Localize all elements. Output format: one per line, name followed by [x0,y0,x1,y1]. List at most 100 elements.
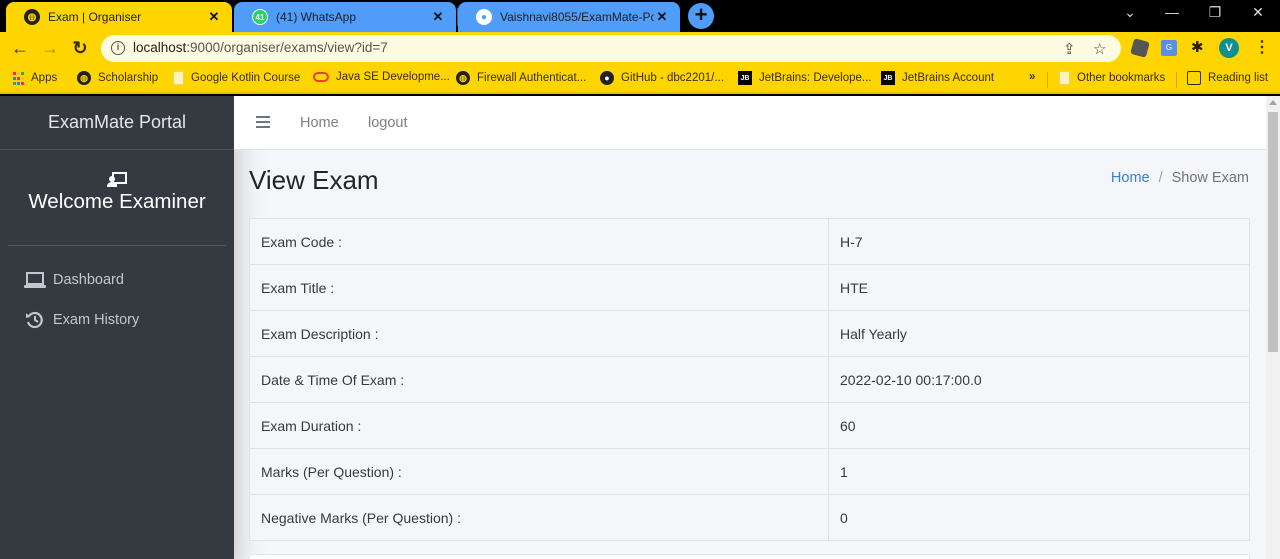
globe-icon: ◍ [456,71,470,85]
nav-link-logout[interactable]: logout [368,115,408,131]
browser-menu-icon[interactable]: ⋮ [1254,38,1270,58]
bookmark-java-se[interactable]: Java SE Developme... [313,71,450,83]
bookmark-jetbrains-developer[interactable]: JB JetBrains: Develope... [738,71,872,85]
bookmark-label: Scholarship [98,72,159,84]
field-value: 1 [828,448,1250,495]
table-row-exam-duration: Exam Duration : 60 [249,402,1250,449]
scroll-up-arrow-icon[interactable] [1269,100,1277,105]
field-value: HTE [828,264,1250,311]
breadcrumb-separator: / [1158,170,1163,186]
field-label: Exam Code : [249,218,829,265]
extensions-puzzle-icon[interactable]: ✱ [1191,40,1207,56]
exam-details-table: Exam Code : H-7 Exam Title : HTE Exam De… [249,218,1250,541]
url-path: :9000/organiser/exams/view?id=7 [186,40,388,55]
share-icon[interactable]: ⇪ [1063,40,1076,58]
sidebar: ExamMate Portal Welcome Examiner Dashboa… [0,96,234,559]
minimize-button[interactable]: — [1160,4,1184,20]
next-card [249,554,1250,559]
reload-button[interactable]: ↻ [69,37,91,59]
bookmark-firewall-authentication[interactable]: ◍ Firewall Authenticat... [456,71,586,85]
brand-link[interactable]: ExamMate Portal [0,96,234,150]
breadcrumb-home-link[interactable]: Home [1111,170,1150,186]
bookmark-label: JetBrains Account [902,72,995,84]
jetbrains-icon: JB [881,71,895,85]
forward-button[interactable]: → [39,37,61,59]
reading-list-icon [1187,71,1201,85]
bookmark-label: Java SE Developme... [336,71,450,83]
sidebar-item-label: Exam History [53,312,140,328]
tab-whatsapp[interactable]: 41 (41) WhatsApp ✕ [234,2,456,32]
bookmark-star-icon[interactable]: ☆ [1093,40,1106,58]
reading-list-button[interactable]: Reading list [1187,71,1268,85]
table-row-exam-code: Exam Code : H-7 [249,218,1250,265]
sidebar-item-label: Dashboard [53,272,124,288]
tab-title: (41) WhatsApp [276,10,357,24]
profile-avatar[interactable]: V [1219,38,1239,58]
browser-tab-bar: ◍ Exam | Organiser ✕ 41 (41) WhatsApp ✕ … [0,0,1280,32]
sidebar-item-exam-history[interactable]: Exam History [24,311,139,329]
close-tab-icon[interactable]: ✕ [430,9,446,25]
web-page: ExamMate Portal Welcome Examiner Dashboa… [0,96,1280,559]
field-value: Half Yearly [828,310,1250,357]
breadcrumb: Home / Show Exam [1111,170,1249,186]
table-row-exam-datetime: Date & Time Of Exam : 2022-02-10 00:17:0… [249,356,1250,403]
bookmark-label: JetBrains: Develope... [759,72,872,84]
bookmark-jetbrains-account[interactable]: JB JetBrains Account [881,71,994,85]
field-label: Exam Duration : [249,402,829,449]
back-button[interactable]: ← [9,37,31,59]
folder-icon [1059,71,1070,85]
github-icon: ● [476,9,492,25]
google-translate-icon[interactable]: G [1161,40,1177,56]
field-value: 2022-02-10 00:17:00.0 [828,356,1250,403]
address-bar[interactable]: i localhost:9000/organiser/exams/view?id… [101,35,1121,62]
tab-exam-organiser[interactable]: ◍ Exam | Organiser ✕ [6,2,232,32]
oracle-icon [313,72,329,82]
tab-github[interactable]: ● Vaishnavi8055/ExamMate-Portal ✕ [458,2,680,32]
field-value: 60 [828,402,1250,449]
bookmark-apps[interactable]: Apps [12,71,57,85]
table-row-exam-title: Exam Title : HTE [249,264,1250,311]
top-navbar: Home logout [234,96,1266,150]
bookmark-scholarship[interactable]: ◍ Scholarship [77,71,158,85]
hamburger-menu-icon[interactable] [256,116,270,128]
browser-toolbar: ← → ↻ i localhost:9000/organiser/exams/v… [0,32,1280,64]
tab-search-button[interactable]: ⌄ [1118,4,1142,21]
bookmark-google-kotlin-course[interactable]: Google Kotlin Course [173,71,300,85]
close-tab-icon[interactable]: ✕ [206,9,222,25]
bookmark-label: Reading list [1208,72,1269,84]
sidebar-item-dashboard[interactable]: Dashboard [24,271,124,289]
bookmark-divider [1176,72,1177,88]
github-icon: ● [600,71,614,85]
bookmarks-overflow-button[interactable]: » [1029,71,1035,83]
site-info-icon[interactable]: i [111,41,125,55]
history-icon [24,311,46,329]
bookmark-label: Firewall Authenticat... [477,72,587,84]
window-close-button[interactable]: ✕ [1246,4,1270,21]
bookmark-label: Other bookmarks [1077,72,1166,84]
nav-link-home[interactable]: Home [300,115,339,131]
page-scrollbar[interactable] [1266,96,1280,559]
extension-cube-icon[interactable] [1130,38,1150,58]
page-title: View Exam [249,165,379,195]
globe-icon: ◍ [77,71,91,85]
bookmark-github-dbc2201[interactable]: ● GitHub - dbc2201/... [600,71,724,85]
field-label: Exam Title : [249,264,829,311]
table-row-negative-marks: Negative Marks (Per Question) : 0 [249,494,1250,541]
bookmark-label: Google Kotlin Course [191,72,301,84]
scrollbar-thumb[interactable] [1268,112,1278,352]
close-tab-icon[interactable]: ✕ [654,9,670,25]
apps-icon [12,71,24,85]
bookmark-label: Apps [31,72,58,84]
laptop-icon [24,271,46,289]
globe-icon: ◍ [24,9,40,25]
tab-title: Vaishnavi8055/ExamMate-Portal [500,10,654,24]
other-bookmarks-button[interactable]: Other bookmarks [1059,71,1165,85]
welcome-text: Welcome Examiner [28,190,206,213]
field-value: 0 [828,494,1250,541]
new-tab-button[interactable]: + [688,3,714,29]
url-text[interactable]: localhost:9000/organiser/exams/view?id=7 [133,40,388,55]
restore-button[interactable]: ❐ [1203,4,1227,21]
table-row-marks-per-question: Marks (Per Question) : 1 [249,448,1250,495]
chalkboard-teacher-icon [107,172,127,188]
user-panel: Welcome Examiner [8,150,226,246]
